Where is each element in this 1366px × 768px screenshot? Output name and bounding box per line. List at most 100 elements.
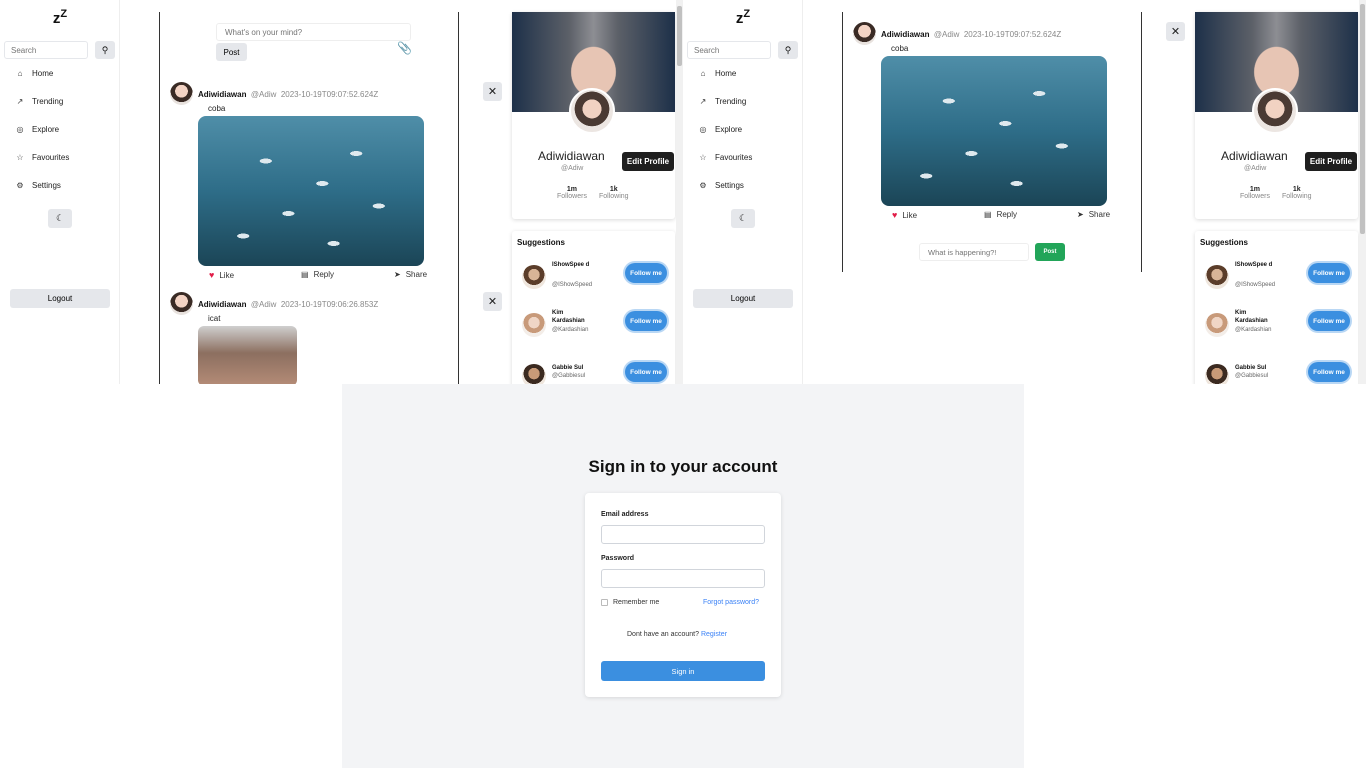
sign-in-button[interactable]: Sign in: [601, 661, 765, 681]
sidebar-item-explore[interactable]: ◎ Explore: [16, 125, 60, 134]
gear-icon: ⚙: [699, 181, 707, 190]
follow-button[interactable]: Follow me: [1308, 362, 1350, 382]
suggestion-handle: @Kardashian: [1235, 327, 1272, 333]
edit-profile-button[interactable]: Edit Profile: [1305, 152, 1357, 171]
reply-input[interactable]: [919, 243, 1029, 261]
following-stat[interactable]: 1k Following: [1282, 186, 1312, 200]
suggestion-name: Kim Kardashian: [552, 310, 585, 324]
avatar[interactable]: [522, 364, 546, 384]
password-field[interactable]: [601, 569, 765, 588]
followers-stat[interactable]: 1m Followers: [557, 186, 587, 200]
avatar[interactable]: [1205, 364, 1229, 384]
remember-checkbox[interactable]: [601, 599, 608, 606]
avatar[interactable]: [170, 82, 193, 105]
close-button[interactable]: ✕: [483, 292, 502, 311]
app-logo[interactable]: zZ: [0, 8, 120, 27]
star-icon: ☆: [699, 153, 707, 162]
follow-button[interactable]: Follow me: [625, 311, 667, 331]
post-author[interactable]: Adiwidiawan: [198, 300, 246, 309]
suggestion-item: Gabbie Sul @Gabbiesul Follow me: [522, 360, 667, 384]
post-button[interactable]: Post: [216, 43, 247, 61]
sidebar-item-home[interactable]: ⌂ Home: [16, 69, 54, 78]
no-account-text: Dont have an account?: [627, 631, 699, 638]
post-image[interactable]: [198, 326, 297, 384]
post-text: coba: [891, 44, 909, 53]
search-input[interactable]: [4, 41, 88, 59]
profile-avatar[interactable]: [1252, 88, 1298, 134]
like-button[interactable]: ♥ Like: [209, 270, 234, 280]
close-button[interactable]: ✕: [483, 82, 502, 101]
sidebar-item-trending[interactable]: ↗ Trending: [699, 97, 747, 106]
left-screen: zZ ⚲ ⌂ Home ↗ Trending ◎ Explore ☆ Favourite…: [0, 0, 683, 384]
post-author[interactable]: Adiwidiawan: [198, 90, 246, 99]
profile-avatar[interactable]: [569, 88, 615, 134]
post-text: coba: [208, 104, 226, 113]
reply-button[interactable]: ▤ Reply: [984, 210, 1017, 219]
attach-icon[interactable]: 📎: [397, 41, 412, 55]
follow-button[interactable]: Follow me: [1308, 263, 1350, 283]
post-handle: @Adiw: [933, 30, 960, 39]
theme-toggle[interactable]: ☾: [48, 209, 72, 228]
reply-button[interactable]: ▤ Reply: [301, 270, 334, 279]
scrollbar-thumb[interactable]: [1360, 4, 1365, 234]
sidebar-item-home[interactable]: ⌂ Home: [699, 69, 737, 78]
search-button[interactable]: ⚲: [778, 41, 798, 59]
sidebar-item-settings[interactable]: ⚙ Settings: [699, 181, 744, 190]
register-link[interactable]: Register: [701, 631, 727, 638]
logout-button[interactable]: Logout: [693, 289, 793, 308]
close-button[interactable]: ✕: [1166, 22, 1185, 41]
theme-toggle[interactable]: ☾: [731, 209, 755, 228]
avatar[interactable]: [1205, 313, 1229, 337]
sidebar-item-favourites[interactable]: ☆ Favourites: [16, 153, 69, 162]
post-author[interactable]: Adiwidiawan: [881, 30, 929, 39]
sidebar-item-explore[interactable]: ◎ Explore: [699, 125, 743, 134]
suggestions-card: Suggestions IShowSpee d @IShowSpeed Foll…: [1195, 231, 1358, 384]
gear-icon: ⚙: [16, 181, 24, 190]
follow-button[interactable]: Follow me: [625, 263, 667, 283]
post-image[interactable]: [881, 56, 1107, 206]
email-field[interactable]: [601, 525, 765, 544]
scrollbar[interactable]: [1359, 0, 1366, 384]
share-button[interactable]: ➤ Share: [1077, 210, 1110, 219]
follow-button[interactable]: Follow me: [1308, 311, 1350, 331]
logout-button[interactable]: Logout: [10, 289, 110, 308]
reply-post-button[interactable]: Post: [1035, 243, 1065, 261]
sidebar-item-settings[interactable]: ⚙ Settings: [16, 181, 61, 190]
suggestion-name: Kim Kardashian: [1235, 310, 1268, 324]
like-label: Like: [219, 270, 235, 280]
avatar[interactable]: [853, 22, 876, 45]
sidebar-item-trending[interactable]: ↗ Trending: [16, 97, 64, 106]
sidebar-item-favourites[interactable]: ☆ Favourites: [699, 153, 752, 162]
search-button[interactable]: ⚲: [95, 41, 115, 59]
share-label: Share: [1088, 210, 1111, 219]
followers-count: 1m: [1249, 186, 1261, 193]
heart-icon: ♥: [892, 210, 898, 220]
following-count: 1k: [1292, 186, 1301, 193]
app-logo[interactable]: zZ: [683, 8, 803, 27]
post-text: icat: [208, 314, 221, 323]
share-icon: ➤: [394, 270, 401, 279]
search-input[interactable]: [687, 41, 771, 59]
following-stat[interactable]: 1k Following: [599, 186, 629, 200]
home-icon: ⌂: [17, 69, 23, 78]
follow-button[interactable]: Follow me: [625, 362, 667, 382]
share-button[interactable]: ➤ Share: [394, 270, 427, 279]
followers-label: Followers: [1240, 193, 1270, 200]
post-timestamp: 2023-10-19T09:07:52.624Z: [280, 90, 379, 99]
scrollbar[interactable]: [676, 0, 683, 384]
forgot-password-link[interactable]: Forgot password?: [703, 599, 759, 606]
like-button[interactable]: ♥ Like: [892, 210, 917, 220]
profile-handle: @Adiw: [561, 165, 584, 172]
sidebar-item-label: Trending: [715, 97, 747, 106]
edit-profile-button[interactable]: Edit Profile: [622, 152, 674, 171]
trending-icon: ↗: [699, 97, 707, 106]
scrollbar-thumb[interactable]: [677, 6, 682, 66]
followers-stat[interactable]: 1m Followers: [1240, 186, 1270, 200]
avatar[interactable]: [522, 265, 546, 289]
post-handle: @Adiw: [250, 300, 277, 309]
avatar[interactable]: [1205, 265, 1229, 289]
post-composer-input[interactable]: [216, 23, 411, 41]
avatar[interactable]: [522, 313, 546, 337]
post-image[interactable]: [198, 116, 424, 266]
avatar[interactable]: [170, 292, 193, 315]
